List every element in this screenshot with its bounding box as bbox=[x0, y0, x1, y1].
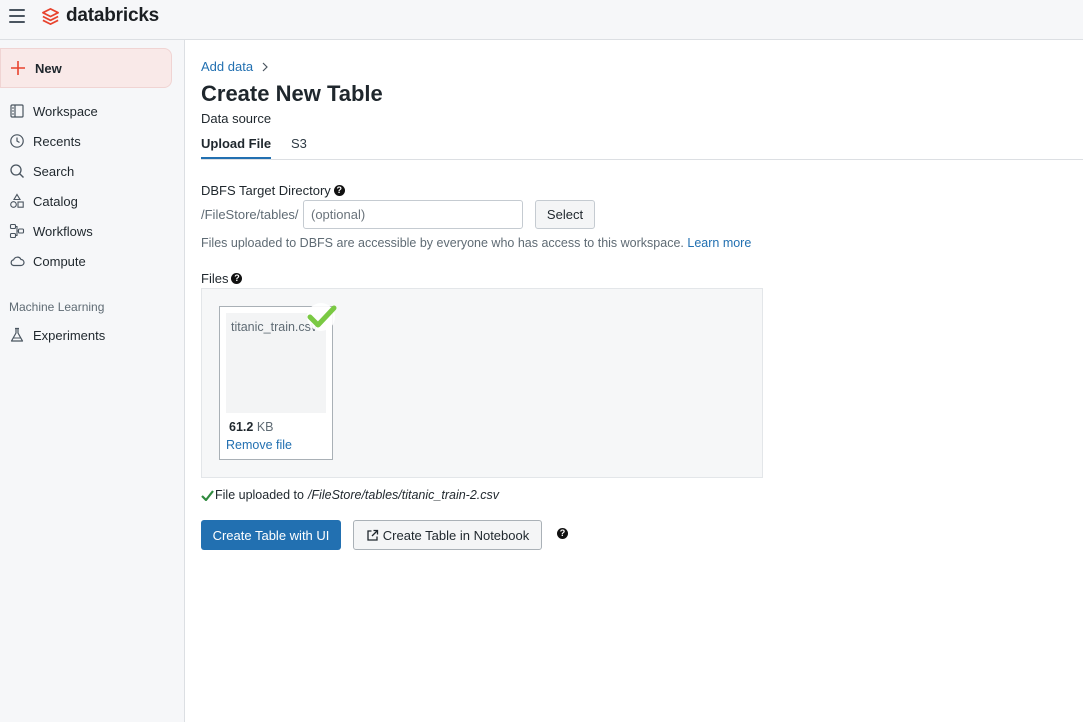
workspace-icon bbox=[10, 104, 24, 118]
sidebar-item-compute[interactable]: Compute bbox=[0, 248, 184, 274]
upload-status-text: File uploaded to bbox=[215, 488, 304, 502]
dbfs-path-prefix: /FileStore/tables/ bbox=[201, 207, 299, 222]
file-size-unit: KB bbox=[256, 420, 274, 434]
logo-text: databricks bbox=[66, 5, 160, 26]
help-icon[interactable]: ? bbox=[231, 273, 243, 284]
chevron-right-icon bbox=[262, 62, 268, 71]
sidebar-item-catalog[interactable]: Catalog bbox=[0, 188, 184, 214]
main-content: Add data Create New Table Data source Up… bbox=[185, 40, 1083, 722]
page-title: Create New Table bbox=[201, 81, 383, 106]
section-machine-learning: Machine Learning bbox=[9, 300, 105, 314]
databricks-logo[interactable]: databricks bbox=[41, 5, 159, 27]
sidebar-item-workspace[interactable]: Workspace bbox=[0, 98, 184, 124]
cloud-icon bbox=[10, 256, 25, 267]
help-icon[interactable]: ? bbox=[333, 185, 345, 196]
create-table-in-notebook-button[interactable]: Create Table in Notebook bbox=[353, 520, 542, 550]
sidebar-item-label: Search bbox=[33, 163, 75, 179]
remove-file-link[interactable]: Remove file bbox=[226, 438, 292, 452]
workflows-icon bbox=[9, 223, 25, 239]
dbfs-label-text: DBFS Target Directory bbox=[201, 183, 331, 198]
data-source-tabs: Upload File S3 bbox=[201, 136, 1083, 160]
sidebar-item-recents[interactable]: Recents bbox=[0, 128, 184, 154]
sidebar: New Workspace Recents Search Catalog Wor… bbox=[0, 40, 185, 722]
file-size-value: 61.2 bbox=[229, 420, 254, 434]
file-preview-card: titanic_train.csv 61.2 KB Remove file bbox=[219, 303, 337, 460]
success-check-icon bbox=[201, 489, 214, 501]
tab-upload-file[interactable]: Upload File bbox=[201, 136, 272, 159]
learn-more-link[interactable]: Learn more bbox=[687, 236, 751, 250]
sidebar-item-workflows[interactable]: Workflows bbox=[0, 218, 184, 244]
dbfs-info-message: Files uploaded to DBFS are accessible by… bbox=[201, 236, 684, 250]
catalog-icon bbox=[10, 193, 24, 208]
file-size: 61.2 KB bbox=[229, 420, 274, 434]
upload-status: File uploaded to /FileStore/tables/titan… bbox=[201, 488, 499, 502]
sidebar-item-label: Compute bbox=[33, 253, 86, 269]
file-dropzone[interactable]: titanic_train.csv 61.2 KB Remove file bbox=[201, 288, 763, 478]
help-icon[interactable]: ? bbox=[557, 528, 568, 539]
checkmark-icon bbox=[307, 303, 337, 331]
data-source-label: Data source bbox=[201, 111, 272, 126]
dbfs-info-text: Files uploaded to DBFS are accessible by… bbox=[201, 236, 751, 250]
plus-icon bbox=[11, 61, 25, 75]
sidebar-item-label: Experiments bbox=[33, 327, 106, 343]
create-notebook-label: Create Table in Notebook bbox=[382, 527, 530, 543]
sidebar-item-label: Recents bbox=[33, 133, 81, 149]
dbfs-directory-input[interactable] bbox=[303, 200, 523, 229]
files-label-text: Files bbox=[201, 271, 229, 286]
sidebar-item-label: Catalog bbox=[33, 193, 78, 209]
dbfs-target-directory-label: DBFS Target Directory ? bbox=[201, 183, 345, 198]
external-link-icon bbox=[367, 529, 378, 541]
breadcrumb: Add data bbox=[201, 59, 269, 74]
new-button-label: New bbox=[35, 60, 62, 76]
new-button[interactable]: New bbox=[0, 48, 172, 88]
flask-icon bbox=[10, 327, 24, 342]
breadcrumb-add-data-link[interactable]: Add data bbox=[201, 59, 253, 74]
sidebar-item-experiments[interactable]: Experiments bbox=[0, 322, 184, 348]
sidebar-item-label: Workspace bbox=[33, 103, 98, 119]
create-table-with-ui-button[interactable]: Create Table with UI bbox=[201, 520, 341, 550]
clock-icon bbox=[10, 134, 24, 148]
menu-icon[interactable] bbox=[9, 9, 25, 23]
select-button[interactable]: Select bbox=[535, 200, 595, 229]
file-name: titanic_train.csv bbox=[231, 320, 318, 334]
databricks-logo-icon bbox=[42, 7, 59, 25]
files-label: Files ? bbox=[201, 271, 243, 286]
sidebar-item-label: Workflows bbox=[33, 223, 93, 239]
sidebar-item-search[interactable]: Search bbox=[0, 158, 184, 184]
upload-status-path: /FileStore/tables/titanic_train-2.csv bbox=[307, 488, 500, 502]
top-bar: databricks bbox=[0, 0, 1083, 40]
search-icon bbox=[10, 164, 24, 178]
tab-s3[interactable]: S3 bbox=[291, 136, 307, 157]
